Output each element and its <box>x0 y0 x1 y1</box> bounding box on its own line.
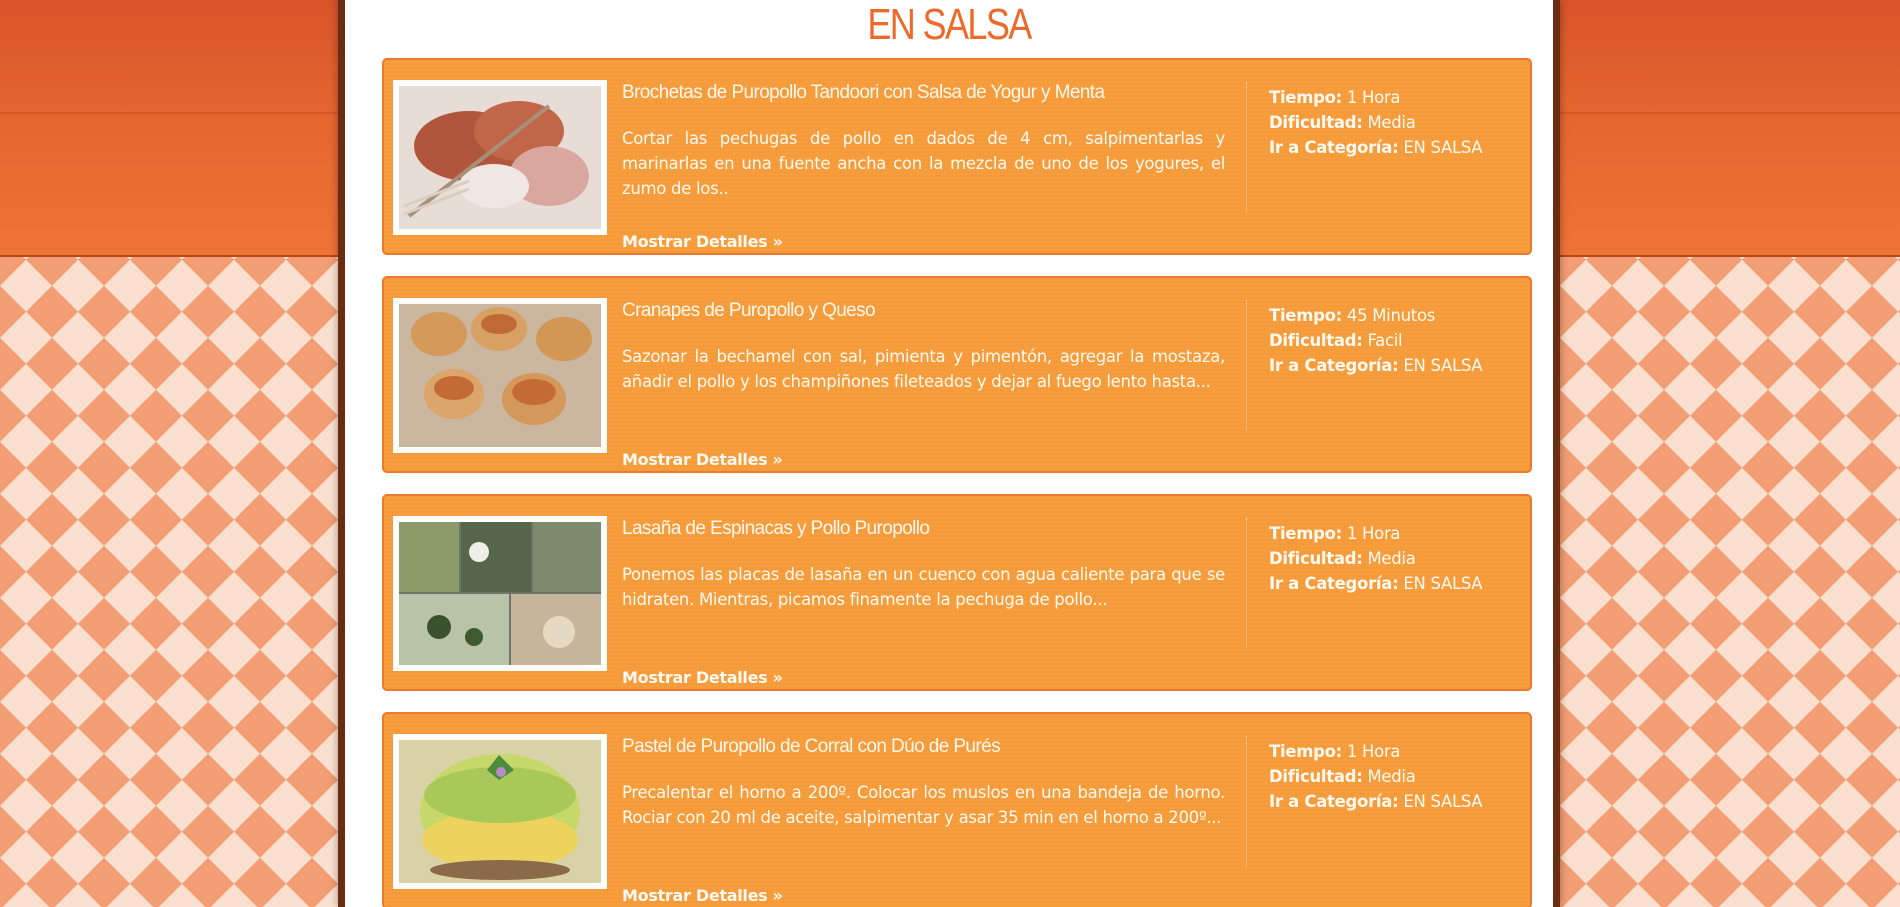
show-details-link[interactable]: Mostrar Detalles » <box>622 886 783 905</box>
time-label: Tiempo: <box>1269 88 1342 107</box>
divider <box>1246 518 1247 648</box>
recipe-image[interactable] <box>393 80 607 235</box>
content-panel: EN SALSA Brochetas de Puropollo Tandoori… <box>338 0 1560 907</box>
recipe-excerpt: Sazonar la bechamel con sal, pimienta y … <box>622 347 1225 391</box>
canape-photo <box>399 304 601 447</box>
recipe-image[interactable] <box>393 516 607 671</box>
recipe-meta: Tiempo: 1 Hora Dificultad: Media Ir a Ca… <box>1269 521 1483 596</box>
difficulty-value: Media <box>1367 113 1416 132</box>
recipe-card: Pastel de Puropollo de Corral con Dúo de… <box>382 712 1532 907</box>
recipe-meta: Tiempo: 45 Minutos Dificultad: Facil Ir … <box>1269 303 1483 378</box>
recipe-card: Cranapes de Puropollo y Queso Sazonar la… <box>382 276 1532 473</box>
difficulty-label: Dificultad: <box>1269 331 1363 350</box>
skewer-photo <box>399 86 601 229</box>
divider <box>1246 300 1247 430</box>
time-value: 1 Hora <box>1346 742 1401 761</box>
divider <box>1246 82 1247 212</box>
lasagna-photo <box>399 522 601 665</box>
show-details-link[interactable]: Mostrar Detalles » <box>622 668 783 687</box>
category-link[interactable]: EN SALSA <box>1403 138 1482 157</box>
category-label: Ir a Categoría: <box>1269 356 1399 375</box>
recipe-title-link[interactable]: Pastel de Puropollo de Corral con Dúo de… <box>622 736 1001 758</box>
difficulty-label: Dificultad: <box>1269 113 1363 132</box>
difficulty-label: Dificultad: <box>1269 767 1363 786</box>
time-value: 1 Hora <box>1346 524 1401 543</box>
divider <box>1246 736 1247 866</box>
recipe-card: Lasaña de Espinacas y Pollo Puropollo Po… <box>382 494 1532 691</box>
show-details-link[interactable]: Mostrar Detalles » <box>622 450 783 469</box>
difficulty-value: Facil <box>1367 331 1403 350</box>
recipe-card: Brochetas de Puropollo Tandoori con Sals… <box>382 58 1532 255</box>
category-label: Ir a Categoría: <box>1269 574 1399 593</box>
time-label: Tiempo: <box>1269 524 1342 543</box>
time-label: Tiempo: <box>1269 306 1342 325</box>
category-link[interactable]: EN SALSA <box>1403 792 1482 811</box>
recipe-meta: Tiempo: 1 Hora Dificultad: Media Ir a Ca… <box>1269 85 1483 160</box>
difficulty-value: Media <box>1367 767 1416 786</box>
pastel-photo <box>399 740 601 883</box>
time-label: Tiempo: <box>1269 742 1342 761</box>
recipe-image[interactable] <box>393 298 607 453</box>
category-label: Ir a Categoría: <box>1269 792 1399 811</box>
category-link[interactable]: EN SALSA <box>1403 574 1482 593</box>
time-value: 1 Hora <box>1346 88 1401 107</box>
difficulty-label: Dificultad: <box>1269 549 1363 568</box>
recipe-excerpt: Ponemos las placas de lasaña en un cuenc… <box>622 565 1225 609</box>
recipe-meta: Tiempo: 1 Hora Dificultad: Media Ir a Ca… <box>1269 739 1483 814</box>
recipe-excerpt: Cortar las pechugas de pollo en dados de… <box>622 129 1225 198</box>
show-details-link[interactable]: Mostrar Detalles » <box>622 232 783 251</box>
recipe-title-link[interactable]: Lasaña de Espinacas y Pollo Puropollo <box>622 518 930 540</box>
time-value: 45 Minutos <box>1346 306 1436 325</box>
recipe-image[interactable] <box>393 734 607 889</box>
recipe-title-link[interactable]: Cranapes de Puropollo y Queso <box>622 300 876 322</box>
difficulty-value: Media <box>1367 549 1416 568</box>
category-label: Ir a Categoría: <box>1269 138 1399 157</box>
recipe-excerpt: Precalentar el horno a 200º. Colocar los… <box>622 783 1225 827</box>
category-link[interactable]: EN SALSA <box>1403 356 1482 375</box>
recipe-title-link[interactable]: Brochetas de Puropollo Tandoori con Sals… <box>622 82 1105 104</box>
category-title: EN SALSA <box>867 0 1032 49</box>
